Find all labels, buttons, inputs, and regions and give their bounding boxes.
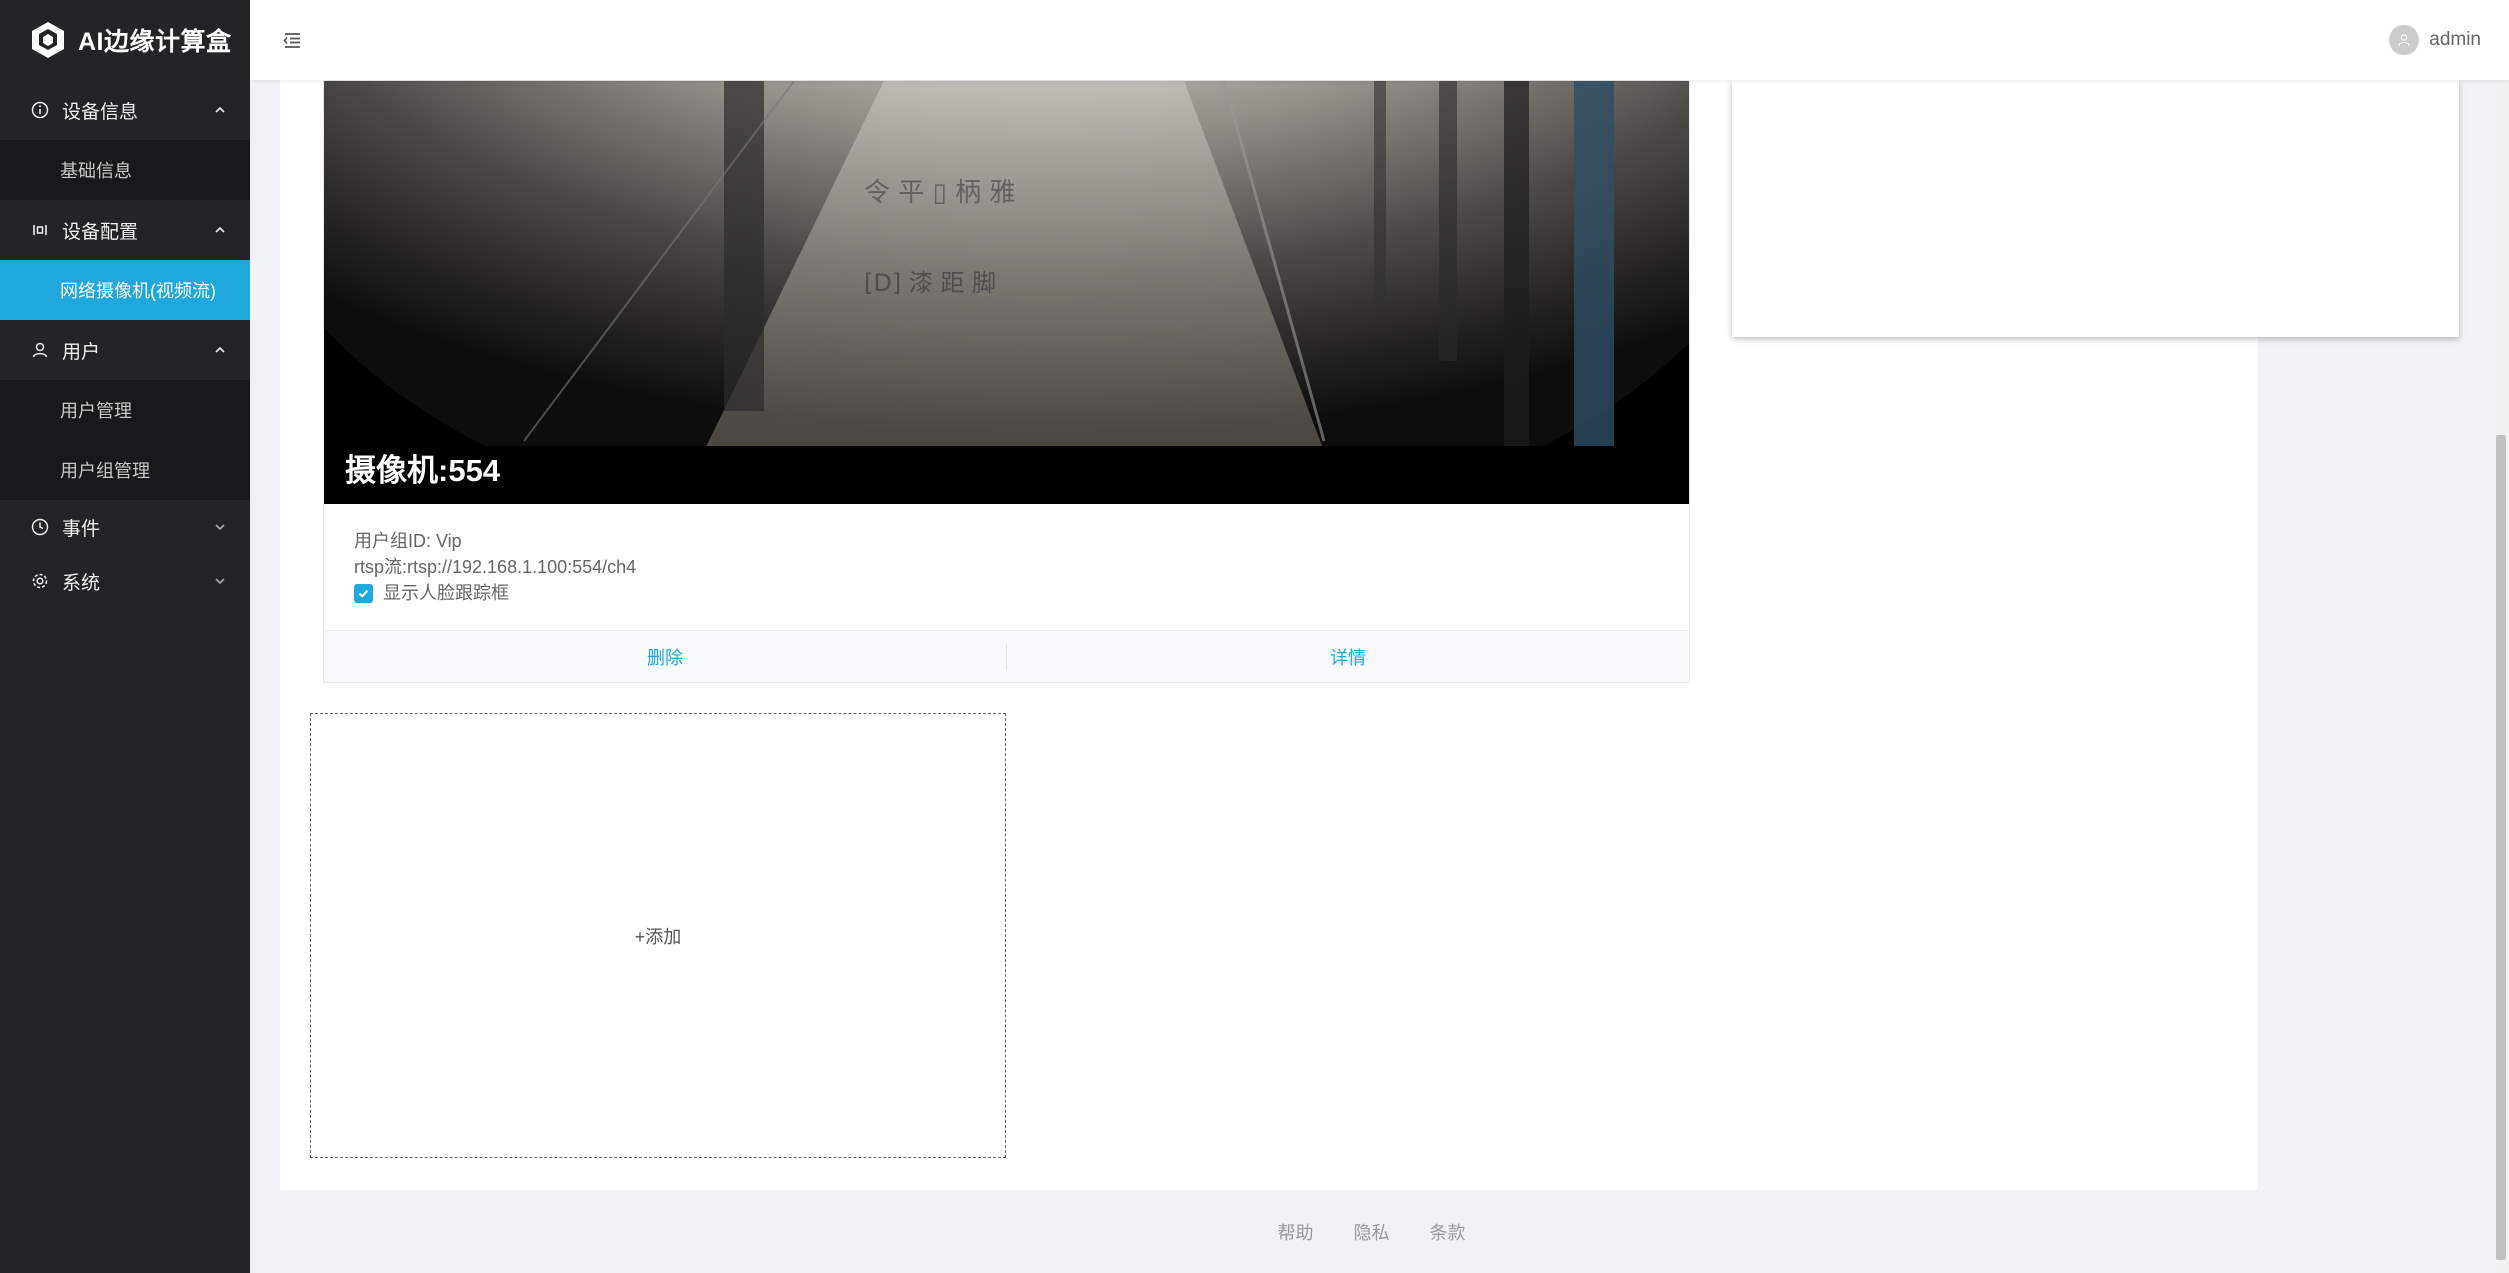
gear-icon	[30, 571, 50, 591]
card-actions: 删除 详情	[324, 630, 1689, 682]
submenu-device-info: 基础信息	[0, 140, 250, 200]
menu-group-device-info: 设备信息 基础信息	[0, 80, 250, 200]
menu-label: 事件	[62, 518, 101, 540]
user-menu[interactable]: admin	[2389, 25, 2481, 55]
sidebar-item-ip-camera[interactable]: 网络摄像机(视频流)	[0, 260, 250, 320]
user-icon	[30, 340, 50, 360]
clock-icon	[30, 517, 50, 537]
top-header: admin	[250, 0, 2509, 80]
sliders-icon	[30, 220, 50, 240]
menu-group-system: 系统	[0, 554, 250, 608]
camera-card: 令 平 ▯ 柄 雅 [D] 漆 距 脚 摄像机:554 用户组ID: Vip r…	[323, 80, 1690, 683]
username: admin	[2429, 29, 2481, 50]
logo[interactable]: AI边缘计算盒	[0, 0, 250, 80]
menu-label: 用户	[62, 341, 101, 363]
chevron-down-icon	[215, 578, 225, 585]
app-title: AI边缘计算盒	[78, 28, 232, 56]
menu-group-device-config: 设备配置 网络摄像机(视频流)	[0, 200, 250, 320]
video-image: 令 平 ▯ 柄 雅 [D] 漆 距 脚	[324, 81, 1689, 504]
rtsp-stream-url: rtsp流:rtsp://192.168.1.100:554/ch4	[354, 557, 637, 577]
menu-group-events: 事件	[0, 500, 250, 554]
chevron-up-icon	[215, 346, 225, 353]
menu-events[interactable]: 事件	[0, 500, 250, 554]
info-icon	[30, 100, 50, 120]
sidebar: AI边缘计算盒 设备信息 基础信息 设备配置 网络摄像机(视频流) 用户 用户管…	[0, 0, 250, 1273]
camera-caption: 摄像机:554	[345, 453, 501, 488]
avatar	[2389, 25, 2420, 55]
sidebar-item-user-group-management[interactable]: 用户组管理	[0, 440, 250, 500]
add-camera-button[interactable]: +添加	[310, 713, 1006, 1158]
menu-label: 设备配置	[62, 221, 139, 243]
footer-link-terms[interactable]: 条款	[1430, 1219, 1466, 1245]
face-tracking-option: 显示人脸跟踪框	[354, 580, 1659, 606]
add-label: +添加	[634, 926, 682, 947]
footer: 帮助 隐私 条款	[250, 1190, 2493, 1273]
delete-button[interactable]: 删除	[324, 644, 1006, 670]
camera-info: 用户组ID: Vip rtsp流:rtsp://192.168.1.100:55…	[324, 504, 1689, 616]
scrollbar[interactable]	[2493, 80, 2509, 1273]
details-button[interactable]: 详情	[1007, 644, 1689, 670]
scrollbar-thumb[interactable]	[2496, 435, 2506, 1260]
menu-user[interactable]: 用户	[0, 320, 250, 380]
menu-label: 设备信息	[62, 101, 139, 123]
submenu-device-config: 网络摄像机(视频流)	[0, 260, 250, 320]
camera-video-frame[interactable]: 令 平 ▯ 柄 雅 [D] 漆 距 脚 摄像机:554	[324, 81, 1689, 504]
footer-link-help[interactable]: 帮助	[1278, 1219, 1314, 1245]
face-tracking-checkbox[interactable]	[354, 583, 373, 603]
footer-link-privacy[interactable]: 隐私	[1354, 1219, 1390, 1245]
menu-device-config[interactable]: 设备配置	[0, 200, 250, 260]
sidebar-item-basic-info[interactable]: 基础信息	[0, 140, 250, 200]
menu-device-info[interactable]: 设备信息	[0, 80, 250, 140]
user-group-id: 用户组ID: Vip	[354, 531, 462, 551]
chevron-up-icon	[215, 106, 225, 113]
svg-text:令 平 ▯ 柄 雅: 令 平 ▯ 柄 雅	[864, 178, 1015, 208]
face-tracking-label: 显示人脸跟踪框	[383, 583, 509, 603]
svg-text:[D] 漆 距 脚: [D] 漆 距 脚	[864, 269, 996, 297]
menu-fold-icon[interactable]	[280, 28, 304, 52]
submenu-user: 用户管理 用户组管理	[0, 380, 250, 500]
right-panel	[1732, 80, 2459, 337]
menu-group-user: 用户 用户管理 用户组管理	[0, 320, 250, 500]
menu-label: 系统	[62, 572, 101, 594]
chevron-down-icon	[215, 524, 225, 531]
cube-logo-icon	[32, 22, 64, 58]
menu-system[interactable]: 系统	[0, 554, 250, 608]
chevron-up-icon	[215, 226, 225, 233]
sidebar-item-user-management[interactable]: 用户管理	[0, 380, 250, 440]
